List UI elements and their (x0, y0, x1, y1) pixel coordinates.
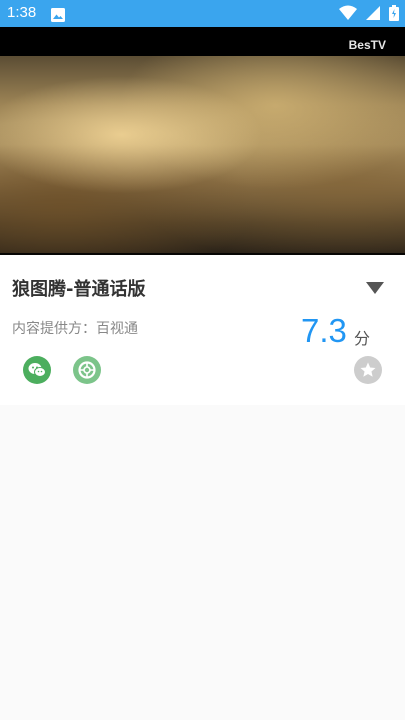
status-icons (336, 5, 399, 24)
rating-score: 7.3 (301, 312, 347, 349)
video-player[interactable]: BesTV (0, 27, 405, 255)
status-bar: 1:38 (0, 0, 405, 27)
provider-text: 内容提供方：百视通 (12, 321, 138, 337)
detail-card: 狼图腾-普通话版 内容提供方：百视通 7.3 分 (0, 255, 405, 405)
star-icon (360, 362, 376, 377)
favorite-button[interactable] (354, 356, 382, 384)
moments-share-button[interactable] (73, 356, 101, 384)
status-time: 1:38 (7, 4, 37, 21)
video-frame (0, 56, 405, 255)
image-icon (51, 7, 65, 26)
moments-icon (78, 361, 96, 379)
wechat-icon (28, 363, 46, 377)
rating-unit: 分 (354, 329, 371, 348)
signal-icon (365, 6, 380, 20)
wechat-share-button[interactable] (23, 356, 51, 384)
video-title: 狼图腾-普通话版 (12, 279, 146, 300)
channel-logo: BesTV (348, 38, 386, 52)
expand-toggle-icon[interactable] (366, 279, 384, 298)
battery-icon (389, 5, 399, 21)
wifi-icon (338, 5, 357, 20)
